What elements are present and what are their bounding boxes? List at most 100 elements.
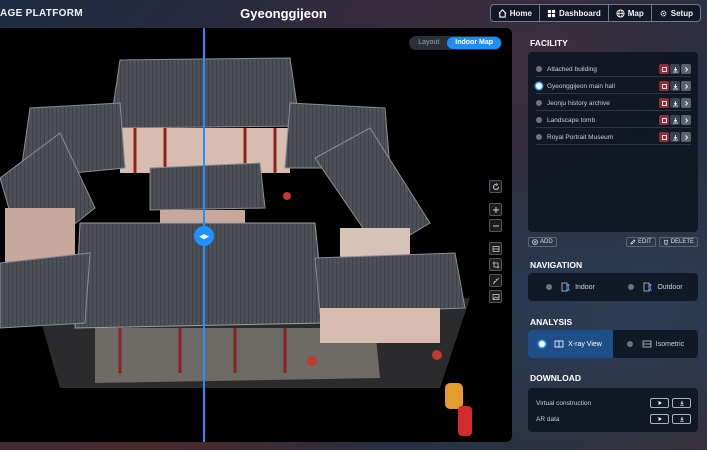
open-arrow-button[interactable] — [681, 81, 691, 91]
palace-model-render[interactable] — [0, 28, 512, 442]
download-button[interactable] — [670, 81, 680, 91]
globe-icon — [616, 8, 625, 18]
cube-icon — [661, 83, 667, 89]
layers-icon — [492, 245, 499, 252]
indoor-walk-icon — [561, 282, 570, 292]
top-bar: AGE PLATFORM Gyeonggijeon Home Dashboard… — [0, 0, 707, 28]
download-list: Virtual construction AR data — [528, 388, 698, 432]
analysis-options: X-ray View Isometric — [528, 330, 698, 358]
view-3d-button[interactable] — [659, 64, 669, 74]
toolbar-gap — [489, 235, 503, 239]
open-arrow-button[interactable] — [681, 64, 691, 74]
download-item: Virtual construction — [536, 396, 691, 410]
navigation-title: NAVIGATION — [530, 260, 583, 270]
toolbar-gap — [489, 196, 503, 200]
facility-list: Attached building Gyeonggijeon main hall… — [528, 52, 698, 232]
facility-radio[interactable] — [536, 66, 542, 72]
cube-icon — [661, 117, 667, 123]
zoom-in-button[interactable] — [489, 203, 502, 216]
add-facility-button[interactable]: ADD — [528, 237, 557, 247]
play-button[interactable] — [650, 414, 669, 424]
download-title: DOWNLOAD — [530, 373, 581, 383]
xray-radio[interactable] — [539, 341, 546, 347]
nav-dashboard-button[interactable]: Dashboard — [540, 5, 609, 21]
snapshot-button[interactable] — [489, 290, 502, 303]
download-icon — [672, 100, 678, 106]
open-arrow-button[interactable] — [681, 115, 691, 125]
isometric-label: Isometric — [655, 340, 685, 348]
facility-radio[interactable] — [536, 100, 542, 106]
download-button[interactable] — [672, 414, 691, 424]
download-button[interactable] — [670, 64, 680, 74]
chevron-right-icon — [684, 83, 688, 89]
facility-item[interactable]: Landscape tomb — [536, 113, 691, 128]
crop-icon — [492, 261, 499, 268]
zoom-out-button[interactable] — [489, 219, 502, 232]
facility-label: Jeonju history archive — [547, 99, 610, 107]
outdoor-radio[interactable] — [628, 284, 635, 290]
nav-home-button[interactable]: Home — [491, 5, 540, 21]
facility-label: Landscape tomb — [547, 116, 596, 124]
facility-item[interactable]: Attached building — [536, 62, 691, 77]
facility-radio-selected[interactable] — [536, 83, 542, 89]
cube-icon — [661, 134, 667, 140]
navigation-indoor-option[interactable]: Indoor — [528, 273, 613, 301]
view-mode-toggle: Layout Indoor Map — [409, 36, 502, 50]
navigation-outdoor-option[interactable]: Outdoor — [613, 273, 698, 301]
edit-facility-button[interactable]: EDIT — [625, 237, 656, 247]
download-icon — [672, 134, 678, 140]
isometric-icon — [642, 340, 652, 348]
download-button[interactable] — [670, 115, 680, 125]
open-arrow-button[interactable] — [681, 98, 691, 108]
chevron-right-icon — [684, 134, 688, 140]
facility-label: Royal Portrait Museum — [547, 133, 614, 141]
download-button[interactable] — [672, 398, 691, 408]
view-3d-button[interactable] — [659, 115, 669, 125]
toggle-indoor-map[interactable]: Indoor Map — [447, 37, 501, 49]
gear-icon — [660, 10, 667, 16]
facility-item[interactable]: Gyeonggijeon main hall — [536, 79, 691, 94]
view-3d-button[interactable] — [659, 98, 669, 108]
rotate-button[interactable] — [489, 180, 502, 193]
open-arrow-button[interactable] — [681, 132, 691, 142]
download-button[interactable] — [670, 132, 680, 142]
download-icon — [672, 83, 678, 89]
download-item: AR data — [536, 412, 691, 426]
model-viewer[interactable]: Layout Indoor Map ◂▸ — [0, 28, 512, 442]
edit-label: EDIT — [637, 239, 652, 245]
nav-setup-button[interactable]: Setup — [652, 5, 700, 21]
xray-view-icon — [554, 340, 564, 348]
analysis-title: ANALYSIS — [530, 317, 573, 327]
facility-item[interactable]: Royal Portrait Museum — [536, 130, 691, 145]
toggle-layout[interactable]: Layout — [410, 37, 447, 49]
analysis-isometric-option[interactable]: Isometric — [613, 330, 698, 358]
facility-radio[interactable] — [536, 117, 542, 123]
facility-label: Attached building — [547, 65, 597, 73]
add-label: ADD — [540, 239, 553, 245]
play-button[interactable] — [650, 398, 669, 408]
crop-button[interactable] — [489, 258, 502, 271]
analysis-xray-option[interactable]: X-ray View — [528, 330, 613, 358]
indoor-radio[interactable] — [546, 284, 553, 290]
outdoor-label: Outdoor — [657, 283, 683, 291]
zoom-out-icon — [492, 225, 499, 226]
dashboard-icon — [547, 9, 556, 17]
nav-home-label: Home — [509, 8, 532, 18]
layers-button[interactable] — [489, 242, 502, 255]
facility-radio[interactable] — [536, 134, 542, 140]
download-icon — [672, 66, 678, 72]
delete-facility-button[interactable]: DELETE — [658, 237, 698, 247]
download-button[interactable] — [670, 98, 680, 108]
xray-split-handle[interactable]: ◂▸ — [194, 226, 214, 246]
view-3d-button[interactable] — [659, 132, 669, 142]
chevron-right-icon — [684, 66, 688, 72]
page-title: Gyeonggijeon — [240, 6, 327, 21]
view-3d-button[interactable] — [659, 81, 669, 91]
zoom-in-icon — [492, 206, 499, 213]
delete-label: DELETE — [670, 239, 694, 245]
facility-item[interactable]: Jeonju history archive — [536, 96, 691, 111]
nav-map-button[interactable]: Map — [609, 5, 652, 21]
isometric-radio[interactable] — [626, 341, 633, 347]
cube-icon — [661, 66, 667, 72]
measure-button[interactable] — [489, 274, 502, 287]
